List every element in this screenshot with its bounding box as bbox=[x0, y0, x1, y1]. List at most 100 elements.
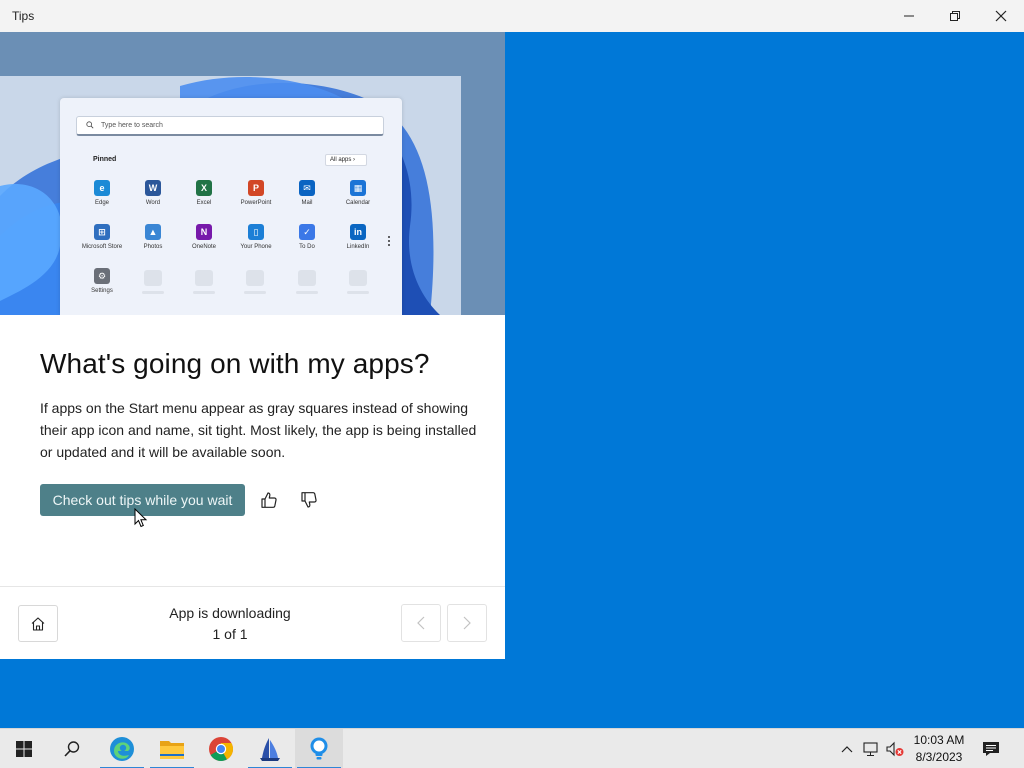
search-icon bbox=[86, 121, 94, 129]
phone-icon: ▯ bbox=[248, 224, 264, 240]
footer-title: App is downloading bbox=[169, 605, 291, 621]
chrome-button[interactable] bbox=[197, 729, 245, 768]
folder-icon bbox=[160, 741, 184, 759]
all-apps-button: All apps › bbox=[325, 154, 367, 166]
start-app-tile: ▦ Calendar bbox=[332, 180, 384, 206]
title-bar: Tips bbox=[0, 0, 1024, 32]
clock-time: 10:03 AM bbox=[913, 733, 965, 747]
hero-image: Type here to search Pinned All apps › eE… bbox=[0, 32, 505, 315]
file-explorer-button[interactable] bbox=[148, 729, 196, 768]
next-button[interactable] bbox=[447, 604, 487, 642]
edge-icon: e bbox=[94, 180, 110, 196]
minimize-icon bbox=[904, 15, 914, 17]
start-app-tile: X Excel bbox=[178, 180, 230, 206]
close-icon bbox=[995, 10, 1007, 22]
start-search-placeholder: Type here to search bbox=[101, 122, 163, 129]
start-app-tile: P PowerPoint bbox=[230, 180, 282, 206]
close-button[interactable] bbox=[978, 0, 1024, 32]
volume-button[interactable] bbox=[885, 739, 905, 759]
dislike-button[interactable] bbox=[297, 487, 321, 513]
restore-button[interactable] bbox=[932, 0, 978, 32]
loading-app-label bbox=[347, 291, 369, 294]
loading-app-label bbox=[244, 291, 266, 294]
home-icon bbox=[31, 616, 45, 631]
restore-icon bbox=[950, 11, 960, 21]
mouse-cursor bbox=[134, 508, 148, 528]
sail-icon bbox=[260, 738, 280, 761]
start-app-tile: ✉ Mail bbox=[281, 180, 333, 206]
more-dots-icon bbox=[388, 236, 391, 248]
tips-taskbar-button[interactable] bbox=[295, 729, 343, 768]
chevron-right-icon bbox=[463, 616, 471, 630]
start-app-tile: ✓ To Do bbox=[281, 224, 333, 250]
chrome-icon bbox=[209, 737, 234, 762]
clock-date: 8/3/2023 bbox=[915, 750, 963, 764]
loading-app-tile bbox=[246, 270, 264, 286]
start-app-label: Microsoft Store bbox=[81, 244, 123, 250]
start-app-tile: e Edge bbox=[76, 180, 128, 206]
search-button[interactable] bbox=[48, 729, 96, 768]
chevron-left-icon bbox=[417, 616, 425, 630]
loading-app-label bbox=[296, 291, 318, 294]
loading-app-tile bbox=[298, 270, 316, 286]
search-icon bbox=[64, 741, 80, 757]
thumbs-down-icon bbox=[301, 492, 317, 508]
start-app-label: OneNote bbox=[191, 244, 216, 250]
previous-button[interactable] bbox=[401, 604, 441, 642]
minimize-button[interactable] bbox=[886, 0, 932, 32]
start-app-label: Your Phone bbox=[240, 244, 272, 250]
start-search-box: Type here to search bbox=[76, 116, 384, 136]
start-app-label: LinkedIn bbox=[346, 244, 370, 250]
network-status-button[interactable] bbox=[861, 739, 881, 759]
like-button[interactable] bbox=[257, 487, 281, 513]
start-app-label: Word bbox=[145, 200, 161, 206]
onenote-icon: N bbox=[196, 224, 212, 240]
calendar-icon: ▦ bbox=[350, 180, 366, 196]
start-app-tile: ⊞ Microsoft Store bbox=[76, 224, 128, 250]
start-app-label: Mail bbox=[301, 200, 313, 206]
start-app-tile: W Word bbox=[127, 180, 179, 206]
todo-icon: ✓ bbox=[299, 224, 315, 240]
taskbar-clock[interactable]: 10:03 AM 8/3/2023 bbox=[906, 732, 972, 766]
start-app-label: Excel bbox=[196, 200, 212, 206]
tip-heading: What's going on with my apps? bbox=[40, 348, 430, 379]
start-app-label: Calendar bbox=[345, 200, 371, 206]
photos-icon: ▲ bbox=[145, 224, 161, 240]
page-counter: 1 of 1 bbox=[212, 626, 248, 642]
taskbar: 10:03 AM 8/3/2023 bbox=[0, 728, 1024, 768]
action-center-button[interactable] bbox=[981, 739, 1001, 759]
start-app-tile: ⚙ Settings bbox=[76, 268, 128, 294]
start-app-tile: ▲ Photos bbox=[127, 224, 179, 250]
start-app-label: Edge bbox=[94, 200, 109, 206]
windows-icon bbox=[16, 741, 32, 757]
volume-muted-icon bbox=[886, 741, 904, 757]
tip-description: If apps on the Start menu appear as gray… bbox=[40, 400, 477, 460]
loading-app-tile bbox=[144, 270, 162, 286]
notification-icon bbox=[983, 742, 999, 756]
store-icon: ⊞ bbox=[94, 224, 110, 240]
chevron-up-icon bbox=[841, 746, 853, 753]
linkedin-icon: in bbox=[350, 224, 366, 240]
footer-divider bbox=[0, 586, 505, 587]
lightbulb-icon bbox=[310, 737, 328, 760]
loading-app-label bbox=[193, 291, 215, 294]
start-app-label: Photos bbox=[143, 244, 163, 250]
tips-panel: Type here to search Pinned All apps › eE… bbox=[0, 32, 505, 659]
edge-taskbar-button[interactable] bbox=[98, 729, 146, 768]
powerpoint-icon: P bbox=[248, 180, 264, 196]
loading-app-label bbox=[142, 291, 164, 294]
start-button[interactable] bbox=[0, 729, 48, 768]
start-app-tile: ▯ Your Phone bbox=[230, 224, 282, 250]
edge-icon bbox=[110, 737, 134, 761]
thumbs-up-icon bbox=[261, 492, 277, 508]
word-icon: W bbox=[145, 180, 161, 196]
loading-app-tile bbox=[349, 270, 367, 286]
pinned-label: Pinned bbox=[93, 156, 117, 163]
app-taskbar-button[interactable] bbox=[246, 729, 294, 768]
show-hidden-icons-button[interactable] bbox=[837, 739, 857, 759]
start-app-tile: in LinkedIn bbox=[332, 224, 384, 250]
window-title: Tips bbox=[12, 9, 35, 23]
loading-app-tile bbox=[195, 270, 213, 286]
home-button[interactable] bbox=[18, 605, 58, 642]
network-icon bbox=[863, 742, 878, 756]
